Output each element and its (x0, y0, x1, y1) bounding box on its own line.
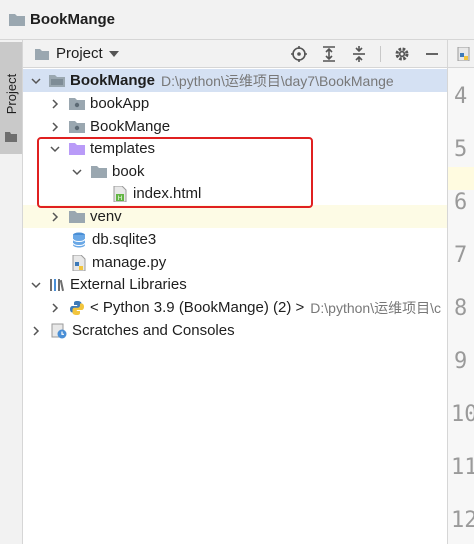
project-tree: BookMange D:\python\运维项目\day7\BookMange … (23, 68, 447, 544)
library-icon (50, 278, 65, 291)
chevron-right-icon[interactable] (50, 302, 60, 313)
chevron-down-icon[interactable] (31, 76, 41, 86)
chevron-right-icon[interactable] (50, 211, 60, 222)
root-project-name: BookMange (70, 72, 156, 89)
project-tab-label: Project (3, 73, 19, 115)
line-number: 6 (454, 190, 468, 215)
locate-button[interactable] (290, 45, 308, 63)
chevron-right-icon[interactable] (50, 98, 60, 109)
tree-row-python-sdk[interactable]: < Python 3.9 (BookMange) (2) > D:\python… (23, 296, 447, 319)
module-folder-icon (69, 121, 85, 133)
line-number: 11 (451, 455, 474, 480)
tree-row-bookmange[interactable]: BookMange (23, 115, 447, 138)
editor-tab[interactable] (448, 40, 474, 68)
tree-row-index-html[interactable]: H index.html (23, 182, 447, 205)
line-number: 8 (454, 296, 468, 321)
title-bar: BookMange (0, 0, 474, 40)
left-tool-stripe: Project (0, 40, 23, 544)
python-icon (70, 300, 84, 315)
toolbar-separator (380, 46, 381, 62)
gear-icon (395, 47, 409, 61)
line-number: 4 (454, 84, 468, 109)
chevron-right-icon[interactable] (31, 325, 41, 336)
folder-icon (35, 48, 49, 60)
tree-label-index-html: index.html (133, 185, 202, 202)
project-folder-icon (49, 75, 65, 87)
project-view-label[interactable]: Project (56, 45, 103, 62)
chevron-right-icon[interactable] (50, 121, 60, 132)
line-number: 5 (454, 137, 468, 162)
tree-label-book: book (112, 163, 145, 180)
crosshair-icon (291, 46, 307, 62)
tree-label-venv: venv (90, 208, 122, 225)
project-toolbar: Project (23, 40, 447, 68)
python-file-icon (457, 47, 470, 61)
hide-button[interactable] (423, 45, 441, 63)
python-sdk-path: D:\python\运维项目\c (310, 299, 441, 316)
tree-row-manage-py[interactable]: manage.py (23, 251, 447, 274)
editor-area: 4 5 6 7 8 9 10 11 12 (447, 40, 474, 544)
tree-label-templates: templates (90, 140, 156, 157)
html-file-icon: H (113, 185, 127, 202)
tree-label-python-sdk: < Python 3.9 (BookMange) (2) > (90, 299, 305, 316)
scratches-icon (51, 323, 67, 338)
project-tool-tab[interactable]: Project (0, 42, 22, 154)
root-project-path: D:\python\运维项目\day7\BookMange (161, 72, 394, 89)
tree-row-book[interactable]: book (23, 160, 447, 183)
line-number: 12 (451, 508, 474, 533)
collapse-all-icon (353, 46, 365, 62)
tree-label-bookmange: BookMange (90, 118, 171, 135)
tree-label-bookapp: bookApp (90, 95, 150, 112)
tree-row-bookapp[interactable]: bookApp (23, 92, 447, 115)
chevron-down-icon[interactable] (31, 280, 41, 290)
chevron-down-icon[interactable] (72, 167, 82, 177)
folder-icon (5, 132, 17, 142)
settings-button[interactable] (393, 45, 411, 63)
module-folder-icon (69, 98, 85, 110)
tree-label-external-libraries: External Libraries (70, 276, 187, 293)
tree-label-manage-py: manage.py (92, 254, 167, 271)
tree-row-venv[interactable]: venv (23, 205, 447, 228)
tree-label-scratches: Scratches and Consoles (72, 322, 235, 339)
tree-row-scratches[interactable]: Scratches and Consoles (23, 319, 447, 342)
expand-all-icon (323, 46, 335, 62)
folder-icon (91, 166, 107, 178)
python-file-icon (72, 254, 86, 271)
templates-folder-icon (69, 143, 85, 155)
tree-row-external-libraries[interactable]: External Libraries (23, 273, 447, 296)
collapse-all-button[interactable] (350, 45, 368, 63)
line-number: 9 (454, 349, 468, 374)
chevron-down-icon[interactable] (50, 144, 60, 154)
tree-row-root[interactable]: BookMange D:\python\运维项目\day7\BookMange (23, 69, 447, 92)
tree-row-templates[interactable]: templates (23, 137, 447, 160)
database-icon (72, 232, 86, 247)
current-line-highlight (448, 167, 474, 190)
chevron-down-icon[interactable] (108, 50, 119, 57)
folder-icon (9, 14, 25, 26)
folder-icon (69, 211, 85, 223)
minimize-icon (426, 53, 438, 55)
line-number: 7 (454, 243, 468, 268)
window-title: BookMange (30, 11, 116, 28)
tree-label-db: db.sqlite3 (92, 231, 157, 248)
tree-row-db[interactable]: db.sqlite3 (23, 228, 447, 251)
line-number: 10 (451, 402, 474, 427)
expand-all-button[interactable] (320, 45, 338, 63)
svg-text:H: H (118, 195, 123, 202)
